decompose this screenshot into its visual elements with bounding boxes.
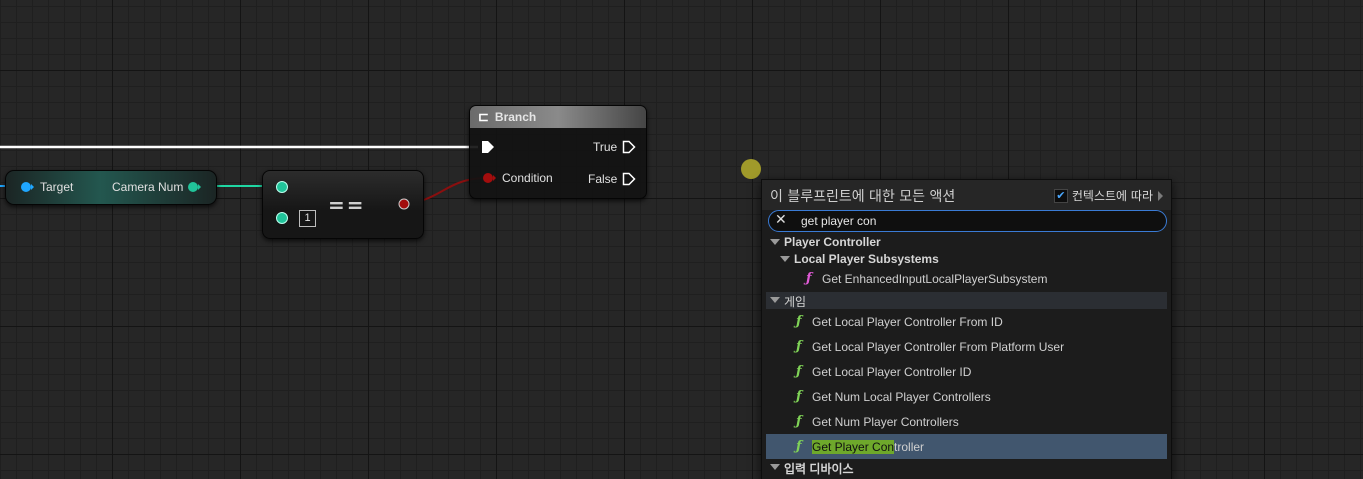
collapse-triangle-icon[interactable]	[770, 297, 780, 303]
action-menu-header: 이 블루프린트에 대한 모든 액션 ✔ 컨텍스트에 따라	[762, 180, 1171, 210]
branch-header[interactable]: ⊏ Branch	[470, 106, 646, 128]
equals-output-pin[interactable]	[397, 197, 411, 211]
equals-input-a-pin[interactable]	[275, 180, 289, 194]
function-icon: ƒ	[806, 271, 812, 286]
list-item[interactable]: ƒ Get Num Player Controllers	[766, 409, 1167, 434]
function-icon: ƒ	[796, 414, 802, 429]
context-label: 컨텍스트에 따라	[1071, 189, 1153, 203]
list-item-selected[interactable]: ƒ Get Player Controller	[766, 434, 1167, 459]
true-exec-out-pin[interactable]	[622, 140, 636, 154]
function-icon: ƒ	[796, 339, 802, 354]
equals-input-b-pin[interactable]	[275, 211, 289, 225]
branch-node[interactable]: ⊏ Branch Condition True False	[469, 105, 647, 199]
camera-num-getter-node[interactable]: Target Camera Num	[5, 170, 217, 205]
collapse-triangle-icon[interactable]	[770, 239, 780, 245]
action-list[interactable]: Player Controller Local Player Subsystem…	[766, 234, 1167, 476]
target-pin[interactable]	[20, 181, 34, 193]
function-icon: ƒ	[796, 439, 802, 454]
search-match-highlight: Get Player Con	[812, 440, 895, 454]
category-game[interactable]: 게임	[766, 292, 1167, 309]
drag-drop-point	[741, 159, 761, 179]
false-label: False	[588, 172, 618, 186]
clear-search-icon[interactable]: ✕	[775, 212, 787, 228]
target-label: Target	[40, 180, 74, 194]
collapse-triangle-icon[interactable]	[780, 256, 790, 262]
function-icon: ƒ	[796, 314, 802, 329]
action-menu-title: 이 블루프린트에 대한 모든 액션	[770, 189, 956, 205]
list-item[interactable]: ƒ Get Local Player Controller From Platf…	[766, 334, 1167, 359]
blueprint-graph-canvas[interactable]: Target Camera Num 1 == ⊏ Branch Conditio…	[0, 0, 1363, 479]
function-icon: ƒ	[796, 364, 802, 379]
context-sensitive-toggle[interactable]: ✔ 컨텍스트에 따라	[1053, 187, 1163, 204]
camera-num-output-pin[interactable]	[187, 181, 201, 193]
category-input-devices[interactable]: 입력 디바이스	[766, 459, 1167, 476]
true-label: True	[593, 140, 618, 154]
camera-num-label: Camera Num	[112, 180, 184, 194]
subcategory-local-player-subsystems[interactable]: Local Player Subsystems	[766, 251, 1167, 268]
context-checkbox[interactable]: ✔	[1053, 188, 1068, 203]
search-input[interactable]	[801, 212, 1151, 229]
list-item[interactable]: ƒ Get Local Player Controller ID	[766, 359, 1167, 384]
condition-label: Condition	[502, 171, 553, 185]
list-item[interactable]: ƒ Get Local Player Controller From ID	[766, 309, 1167, 334]
condition-pin[interactable]	[482, 172, 496, 184]
branch-exec-in-pin[interactable]	[481, 140, 495, 154]
category-player-controller[interactable]: Player Controller	[766, 234, 1167, 251]
equals-default-value[interactable]: 1	[299, 210, 316, 227]
false-exec-out-pin[interactable]	[622, 172, 636, 186]
equals-node[interactable]: 1 ==	[262, 170, 424, 239]
list-item[interactable]: ƒ Get Num Local Player Controllers	[766, 384, 1167, 409]
collapse-triangle-icon[interactable]	[770, 464, 780, 470]
action-menu[interactable]: 이 블루프린트에 대한 모든 액션 ✔ 컨텍스트에 따라 ✕ Player Co…	[761, 179, 1172, 479]
branch-title: Branch	[494, 110, 537, 124]
function-icon: ƒ	[796, 389, 802, 404]
expand-arrow-icon[interactable]	[1158, 190, 1163, 201]
equals-operator: ==	[328, 193, 366, 217]
list-item[interactable]: ƒ Get EnhancedInputLocalPlayerSubsystem	[766, 268, 1167, 292]
search-box[interactable]: ✕	[768, 210, 1167, 232]
branch-icon: ⊏	[478, 109, 489, 124]
